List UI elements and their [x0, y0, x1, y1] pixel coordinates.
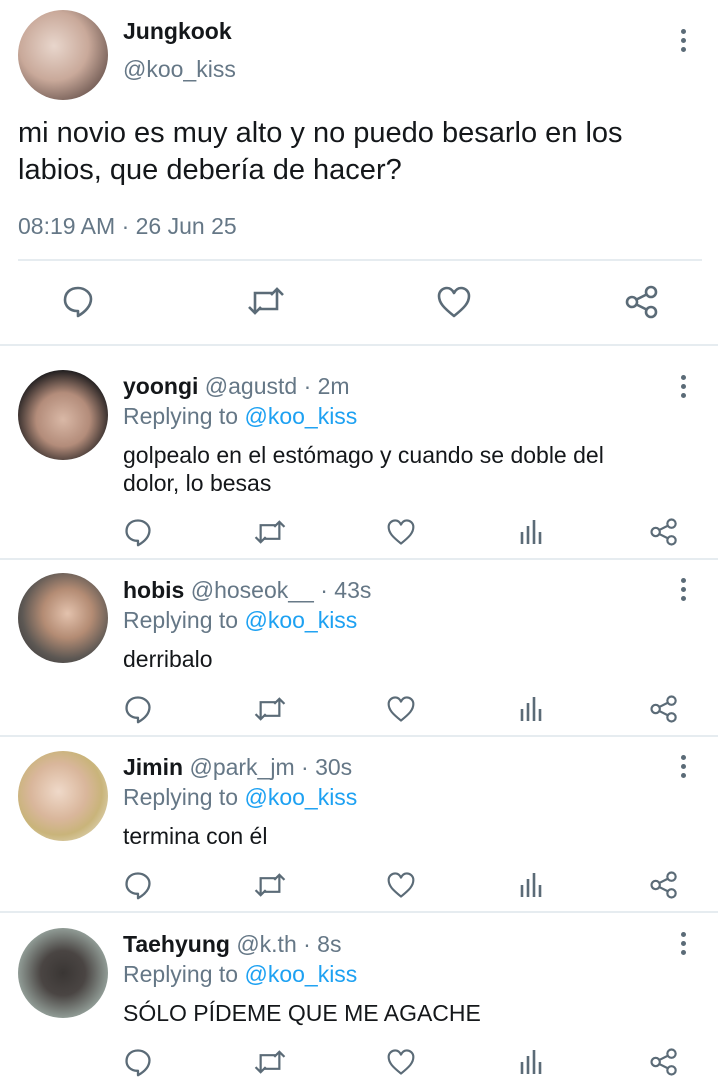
replying-to: Replying to @koo_kiss — [123, 784, 357, 811]
author-handle[interactable]: @park_jm — [189, 754, 294, 780]
reply-text-line-1: termina con él — [123, 823, 268, 849]
reply-text-line-2: dolor, lo besas — [123, 470, 272, 496]
more-options-icon[interactable] — [678, 932, 688, 958]
avatar[interactable] — [18, 928, 108, 1018]
avatar[interactable] — [18, 573, 108, 663]
retweet-icon[interactable] — [253, 1047, 287, 1077]
divider — [0, 558, 718, 560]
divider — [0, 735, 718, 737]
replying-to: Replying to @koo_kiss — [123, 607, 357, 634]
analytics-icon[interactable] — [519, 695, 545, 723]
reply-icon[interactable] — [61, 284, 95, 318]
replying-to: Replying to @koo_kiss — [123, 961, 357, 988]
share-icon[interactable] — [649, 870, 679, 900]
reply-text-line-1: golpealo en el estómago y cuando se dobl… — [123, 442, 604, 468]
reply-icon[interactable] — [123, 1047, 153, 1077]
analytics-icon[interactable] — [519, 871, 545, 899]
avatar[interactable] — [18, 10, 108, 100]
retweet-icon[interactable] — [246, 284, 286, 318]
reply-header: yoongi @agustd · 2m — [123, 373, 350, 400]
replying-to-link[interactable]: @koo_kiss — [244, 403, 357, 429]
share-icon[interactable] — [649, 517, 679, 547]
replying-to-link[interactable]: @koo_kiss — [244, 784, 357, 810]
share-icon[interactable] — [649, 1047, 679, 1077]
divider — [0, 344, 718, 346]
timestamp-divider — [18, 259, 702, 261]
reply-time: · 30s — [301, 754, 353, 780]
tweet-text-line-2: labios, que debería de hacer? — [18, 154, 402, 186]
replying-to-link[interactable]: @koo_kiss — [244, 961, 357, 987]
author-handle[interactable]: @koo_kiss — [123, 56, 236, 83]
author-name[interactable]: Jungkook — [123, 18, 232, 45]
reply-icon[interactable] — [123, 517, 153, 547]
author-name[interactable]: hobis — [123, 577, 184, 603]
reply-time: · 2m — [303, 373, 350, 399]
more-options-icon[interactable] — [678, 29, 688, 55]
like-icon[interactable] — [386, 695, 416, 723]
author-name[interactable]: Taehyung — [123, 931, 230, 957]
divider — [0, 911, 718, 913]
retweet-icon[interactable] — [253, 870, 287, 900]
replying-to-link[interactable]: @koo_kiss — [244, 607, 357, 633]
reply-text-line-1: SÓLO PÍDEME QUE ME AGACHE — [123, 1000, 481, 1026]
tweet-text-line-1: mi novio es muy alto y no puedo besarlo … — [18, 117, 623, 149]
replying-to-label: Replying to — [123, 784, 239, 810]
like-icon[interactable] — [386, 518, 416, 546]
avatar[interactable] — [18, 751, 108, 841]
share-icon[interactable] — [649, 694, 679, 724]
author-handle[interactable]: @hoseok__ — [191, 577, 314, 603]
author-handle[interactable]: @k.th — [236, 931, 296, 957]
more-options-icon[interactable] — [678, 755, 688, 781]
replying-to-label: Replying to — [123, 961, 239, 987]
reply-header: Taehyung @k.th · 8s — [123, 931, 341, 958]
reply-text-line-1: derribalo — [123, 646, 213, 672]
like-icon[interactable] — [386, 871, 416, 899]
like-icon[interactable] — [386, 1048, 416, 1076]
reply-time: · 8s — [303, 931, 342, 957]
like-icon[interactable] — [436, 285, 472, 319]
retweet-icon[interactable] — [253, 694, 287, 724]
analytics-icon[interactable] — [519, 1048, 545, 1076]
reply-time: · 43s — [320, 577, 372, 603]
replying-to-label: Replying to — [123, 403, 239, 429]
reply-icon[interactable] — [123, 694, 153, 724]
author-handle[interactable]: @agustd — [205, 373, 297, 399]
reply-header: hobis @hoseok__ · 43s — [123, 577, 371, 604]
avatar[interactable] — [18, 370, 108, 460]
retweet-icon[interactable] — [253, 517, 287, 547]
more-options-icon[interactable] — [678, 578, 688, 604]
replying-to-label: Replying to — [123, 607, 239, 633]
tweet-timestamp: 08:19 AM · 26 Jun 25 — [18, 213, 237, 239]
analytics-icon[interactable] — [519, 518, 545, 546]
reply-header: Jimin @park_jm · 30s — [123, 754, 352, 781]
replying-to: Replying to @koo_kiss — [123, 403, 357, 430]
author-name[interactable]: yoongi — [123, 373, 198, 399]
reply-icon[interactable] — [123, 870, 153, 900]
share-icon[interactable] — [624, 284, 660, 320]
author-name[interactable]: Jimin — [123, 754, 183, 780]
more-options-icon[interactable] — [678, 375, 688, 401]
